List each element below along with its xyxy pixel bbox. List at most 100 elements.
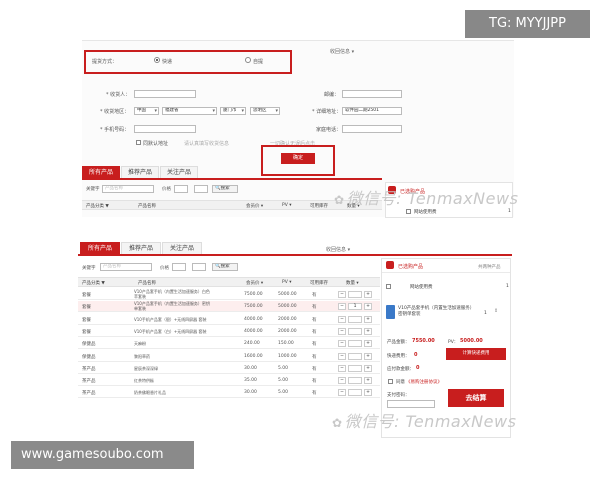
search-button[interactable]: 🔍搜索 <box>212 263 238 271</box>
qty-minus-button[interactable]: − <box>338 340 346 348</box>
home-phone-input[interactable] <box>342 125 402 133</box>
table-row[interactable]: 茶产品 奶茶佛眼香片礼品 30.00 5.00 有 − + <box>78 387 380 399</box>
th-pv[interactable]: PV ▾ <box>282 280 291 285</box>
table-row[interactable]: 套餐 V10产品套手机（内置生活加速服务）白色 苹套装 7500.00 5000.00… <box>78 289 380 300</box>
delivery-pickup-radio[interactable] <box>245 57 251 63</box>
qty-plus-button[interactable]: + <box>364 315 372 323</box>
qty-plus-button[interactable]: + <box>364 364 372 372</box>
tab-followed-top[interactable]: 关注产品 <box>160 166 198 178</box>
qty-input[interactable] <box>348 291 362 298</box>
qty-plus-button[interactable]: + <box>364 291 372 298</box>
th-price-top[interactable]: 会员价 ▾ <box>246 203 263 209</box>
row-name: V10手机产品套（白）+无线四屏器 套装 <box>134 328 207 334</box>
price-min-input[interactable] <box>172 263 186 271</box>
district-select[interactable]: 思明区 <box>250 107 280 115</box>
pay-password-input[interactable] <box>387 400 435 408</box>
th-category-top[interactable]: 产品分类 ▼ <box>86 203 109 209</box>
receiver-input[interactable] <box>134 90 196 98</box>
table-row[interactable]: 茶产品 星辰茶深深绿 30.00 5.00 有 − + <box>78 363 380 374</box>
qty-input[interactable]: 1 <box>348 303 362 311</box>
qty-minus-button[interactable]: − <box>338 364 346 372</box>
tab-underline <box>78 254 512 256</box>
total-due-label: 应付款金额： <box>387 367 414 372</box>
price-min-top[interactable] <box>174 185 188 193</box>
tab-all-products-top[interactable]: 所有产品 <box>82 166 120 178</box>
th-pv-top[interactable]: PV ▾ <box>282 203 291 208</box>
row-pv: 1000.00 <box>278 353 297 359</box>
row-pv: 2000.00 <box>278 328 297 334</box>
tab-underline-top <box>82 178 382 180</box>
row-stock: 有 <box>312 342 317 348</box>
cart-item2-qty[interactable]: 1 <box>484 311 487 316</box>
watermark-site: www.gamesoubo.com <box>11 441 194 469</box>
postcode-input[interactable] <box>342 90 402 98</box>
qty-input[interactable] <box>348 364 362 372</box>
row-price: 4000.00 <box>244 328 263 334</box>
country-select[interactable]: 中国 <box>134 107 159 115</box>
qty-plus-button[interactable]: + <box>364 377 372 385</box>
cart-item2-thumbnail <box>386 305 395 319</box>
calc-shipping-button[interactable]: 计算快递费用 <box>446 348 506 360</box>
qty-input[interactable] <box>348 327 362 335</box>
qty-minus-button[interactable]: − <box>338 352 346 360</box>
search-button-top[interactable]: 🔍搜索 <box>212 185 238 193</box>
same-address-label: 同默认地址 <box>143 141 169 147</box>
collapse-info-link[interactable]: 收回信息 ▾ <box>330 48 354 55</box>
row-stock: 有 <box>312 293 317 298</box>
qty-input[interactable] <box>348 389 362 397</box>
th-price[interactable]: 会员价 ▾ <box>246 280 263 286</box>
qty-minus-button[interactable]: − <box>338 389 346 397</box>
qty-minus-button[interactable]: − <box>338 377 346 385</box>
table-row[interactable]: 茶产品 红茶特供枞 35.00 5.00 有 − + <box>78 375 380 387</box>
qty-minus-button[interactable]: − <box>338 315 346 323</box>
checkout-button[interactable]: 去结算 <box>448 389 504 407</box>
table-row[interactable]: 保健品 天麻粉 240.00 150.00 有 − + <box>78 338 380 350</box>
cart-item1-checkbox[interactable] <box>386 284 391 289</box>
qty-plus-button[interactable]: + <box>364 340 372 348</box>
price-max-top[interactable] <box>194 185 208 193</box>
tab-all-products[interactable]: 所有产品 <box>80 242 120 254</box>
qty-minus-button[interactable]: − <box>338 291 346 298</box>
qty-plus-button[interactable]: + <box>364 389 372 397</box>
qty-minus-button[interactable]: − <box>338 327 346 335</box>
keyword-input-top[interactable]: 产品名称 <box>102 185 154 193</box>
qty-plus-button[interactable]: + <box>364 352 372 360</box>
top-cart-item-checkbox[interactable] <box>406 209 411 214</box>
row-price: 240.00 <box>244 341 260 347</box>
price-max-input[interactable] <box>192 263 206 271</box>
mobile-input[interactable] <box>134 125 196 133</box>
qty-plus-button[interactable]: + <box>364 303 372 311</box>
cart-item2-stepper-icon[interactable]: ⇕ <box>494 308 498 314</box>
qty-input[interactable] <box>348 377 362 385</box>
table-row[interactable]: 保健品 黎阳草药 1600.00 1000.00 有 − + <box>78 351 380 362</box>
tab-recommended-top[interactable]: 推荐产品 <box>121 166 159 178</box>
confirm-button[interactable]: 确定 <box>281 153 315 164</box>
province-select[interactable]: 福建省 <box>162 107 217 115</box>
th-category[interactable]: 产品分类 ▼ <box>82 280 105 286</box>
qty-input[interactable] <box>348 340 362 348</box>
collapse-info-link-bottom[interactable]: 收回信息 ▾ <box>326 246 350 253</box>
qty-input[interactable] <box>348 315 362 323</box>
agree-checkbox[interactable] <box>388 379 393 384</box>
delivery-express-radio[interactable] <box>154 57 160 63</box>
city-select[interactable]: 厦门市 <box>220 107 246 115</box>
row-stock: 有 <box>312 329 317 335</box>
tab-recommended[interactable]: 推荐产品 <box>121 242 161 254</box>
qty-minus-button[interactable]: − <box>338 303 346 311</box>
th-qty[interactable]: 数量 ▾ <box>346 280 359 286</box>
wechat-watermark-bottom-text: 微信号: TenmaxNews <box>344 412 517 431</box>
qty-input[interactable] <box>348 352 362 360</box>
keyword-input[interactable]: 产品名称 <box>100 263 152 271</box>
table-row[interactable]: 套餐 V10手机产品套（银）+无线四屏器 套装 4000.00 2000.00 有 − + <box>78 314 380 325</box>
table-row[interactable]: 套餐 V10产品套手机（内置生活加速服务）密钥 单套装 7500.00 5000.00… <box>78 301 380 313</box>
address-input[interactable]: 软件园二期2501 <box>342 107 402 115</box>
th-name-top: 产品名称 <box>138 204 156 209</box>
agree-agreement-link[interactable]: 《易购注册协议》 <box>406 379 442 385</box>
qty-plus-button[interactable]: + <box>364 327 372 335</box>
home-phone-label: 家庭电话： <box>316 127 342 133</box>
row-stock: 有 <box>312 317 317 323</box>
table-row[interactable]: 套餐 V10手机产品套（白）+无线四屏器 套装 4000.00 2000.00 有 − + <box>78 326 380 337</box>
tab-followed[interactable]: 关注产品 <box>162 242 202 254</box>
same-address-checkbox[interactable] <box>136 140 141 145</box>
row-name: 黎阳草药 <box>134 353 150 359</box>
